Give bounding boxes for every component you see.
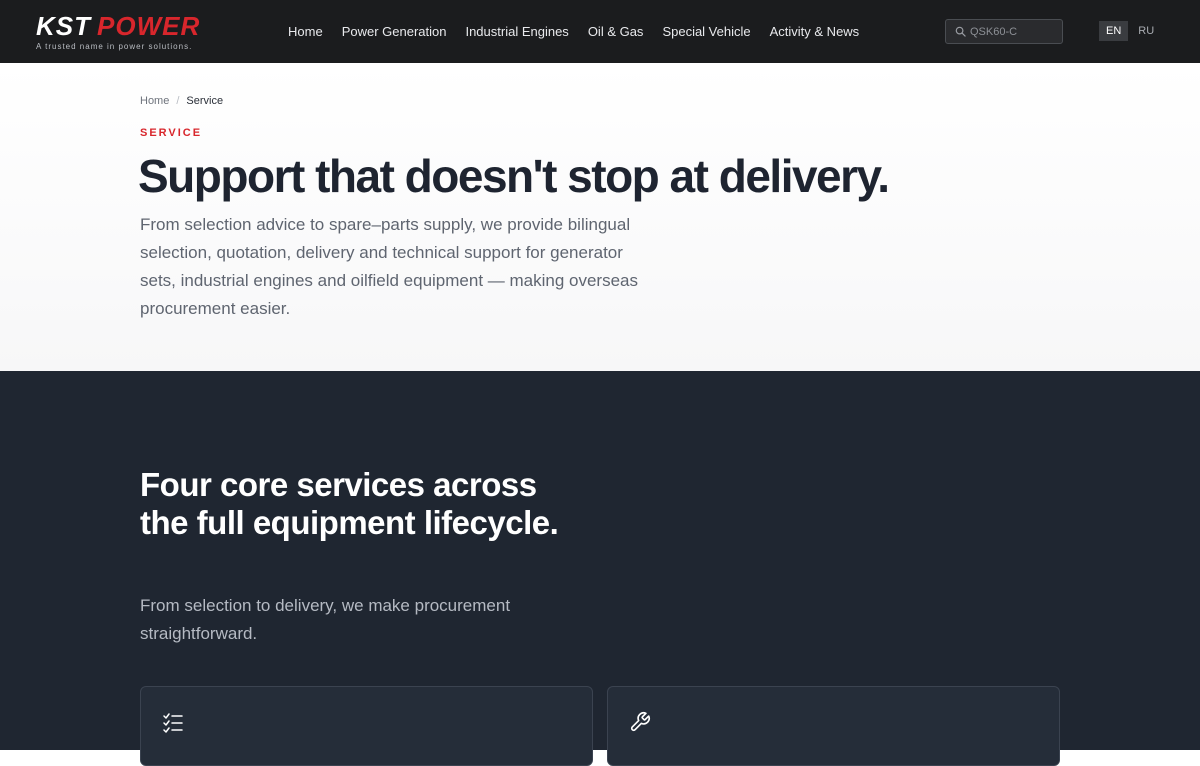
logo-text-kst: KST [36, 11, 91, 41]
page-title: Support that doesn't stop at delivery. [138, 150, 890, 202]
service-card-selection[interactable] [140, 686, 593, 766]
services-heading: Four core services across the full equip… [140, 466, 559, 541]
logo-wordmark: KST POWER [36, 12, 200, 40]
lang-button-en[interactable]: EN [1099, 21, 1129, 41]
nav-item-oil-gas[interactable]: Oil & Gas [588, 24, 644, 39]
nav-item-activity-news[interactable]: Activity & News [770, 24, 860, 39]
nav-item-power-generation[interactable]: Power Generation [342, 24, 447, 39]
hero-section: Home / Service SERVICE Support that doesn'… [0, 63, 1200, 371]
checklist-icon [163, 713, 183, 733]
logo-tagline: A trusted name in power solutions. [36, 42, 193, 51]
main-nav: Home Power Generation Industrial Engines… [288, 0, 878, 63]
core-services-section: Four core services across the full equip… [0, 371, 1200, 766]
breadcrumb-current: Service [186, 95, 224, 107]
brand-logo[interactable]: KST POWER A trusted name in power solutio… [36, 12, 200, 51]
logo-text-power: POWER [97, 11, 201, 41]
language-switcher: EN RU [1099, 21, 1161, 41]
nav-item-industrial-engines[interactable]: Industrial Engines [465, 24, 568, 39]
search-box[interactable] [945, 19, 1063, 44]
section-eyebrow: SERVICE [140, 127, 203, 139]
search-icon [955, 26, 966, 37]
top-navigation-bar: KST POWER A trusted name in power solutio… [0, 0, 1200, 63]
service-card-technical-support[interactable] [607, 686, 1060, 766]
nav-item-special-vehicle[interactable]: Special Vehicle [662, 24, 750, 39]
breadcrumb-home-link[interactable]: Home [140, 95, 169, 107]
nav-item-home[interactable]: Home [288, 24, 323, 39]
breadcrumb: Home / Service [140, 95, 223, 107]
lang-button-ru[interactable]: RU [1131, 21, 1161, 41]
search-input[interactable] [970, 20, 1060, 43]
wrench-icon [630, 712, 650, 732]
breadcrumb-separator: / [176, 95, 180, 107]
hero-description: From selection advice to spare–parts sup… [140, 215, 638, 318]
services-description: From selection to delivery, we make proc… [140, 596, 511, 643]
